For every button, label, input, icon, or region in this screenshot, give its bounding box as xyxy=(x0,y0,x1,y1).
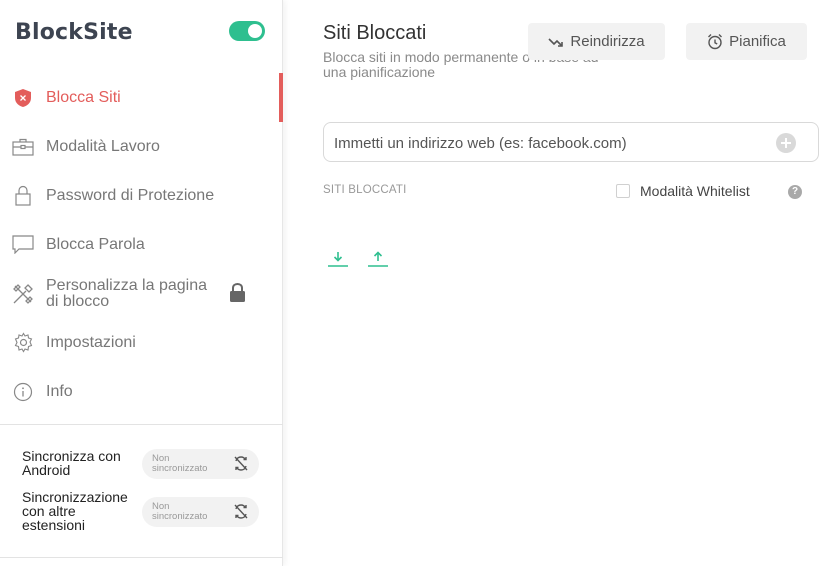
page-title: Siti Bloccati xyxy=(323,22,427,44)
briefcase-icon xyxy=(12,136,34,158)
schedule-label: Pianifica xyxy=(729,33,786,50)
sidebar-item-blocca-siti[interactable]: Blocca Siti xyxy=(0,73,283,122)
sidebar-item-label: Blocca Siti xyxy=(46,88,121,106)
enable-toggle[interactable] xyxy=(229,21,265,41)
sidebar: BlockSite Blocca Siti Modalità Lavoro Pa… xyxy=(0,0,283,566)
import-icon[interactable] xyxy=(327,249,349,269)
blocked-sites-heading: SITI BLOCCATI xyxy=(323,184,407,196)
sidebar-item-password[interactable]: Password di Protezione xyxy=(0,171,283,220)
whitelist-label: Modalità Whitelist xyxy=(640,183,750,199)
sidebar-item-label: Personalizza la pagina di blocco xyxy=(46,276,207,310)
add-site-button[interactable] xyxy=(776,133,796,153)
sync-android-button[interactable]: Non sincronizzato xyxy=(142,449,259,479)
sidebar-item-info[interactable]: Info xyxy=(0,367,283,416)
shield-x-icon xyxy=(12,87,34,109)
whitelist-checkbox[interactable] xyxy=(616,184,630,198)
sidebar-item-personalizza[interactable]: Personalizza la pagina di blocco xyxy=(0,269,283,318)
schedule-button[interactable]: Pianifica xyxy=(686,23,807,60)
sync-status: Non sincronizzato xyxy=(152,453,208,474)
sidebar-item-label: Blocca Parola xyxy=(46,235,145,253)
help-icon[interactable]: ? xyxy=(788,185,802,199)
padlock-icon xyxy=(12,185,34,207)
sidebar-item-blocca-parola[interactable]: Blocca Parola xyxy=(0,220,283,269)
toggle-knob xyxy=(248,24,262,38)
tools-icon xyxy=(12,283,34,305)
url-input-box xyxy=(323,122,819,162)
export-icon[interactable] xyxy=(367,249,389,269)
blocksite-logo: BlockSite xyxy=(15,20,133,45)
redirect-arrow-icon xyxy=(548,36,564,48)
sync-extensions-button[interactable]: Non sincronizzato xyxy=(142,497,259,527)
whitelist-option[interactable]: Modalità Whitelist xyxy=(616,183,750,199)
speech-bubble-icon xyxy=(12,234,34,256)
info-icon xyxy=(12,381,34,403)
sidebar-item-impostazioni[interactable]: Impostazioni xyxy=(0,318,283,367)
sidebar-divider xyxy=(0,424,283,425)
lock-icon xyxy=(229,282,246,308)
redirect-label: Reindirizza xyxy=(570,33,645,50)
redirect-button[interactable]: Reindirizza xyxy=(528,23,665,60)
gear-icon xyxy=(12,332,34,354)
sidebar-item-label: Password di Protezione xyxy=(46,186,215,204)
sync-off-icon xyxy=(233,503,249,525)
sidebar-item-label: Impostazioni xyxy=(46,333,136,351)
sync-android-row: Sincronizza con Android Non sincronizzat… xyxy=(22,448,262,479)
url-input[interactable] xyxy=(334,132,764,154)
alarm-clock-icon xyxy=(707,33,723,50)
sidebar-item-label: Info xyxy=(46,382,73,400)
sync-status: Non sincronizzato xyxy=(152,501,208,522)
sync-android-label: Sincronizza con Android xyxy=(22,448,121,478)
sidebar-item-label: Modalità Lavoro xyxy=(46,137,160,155)
sync-extensions-label: Sincronizzazione con altre estensioni xyxy=(22,489,128,533)
sidebar-divider xyxy=(0,557,283,558)
sync-off-icon xyxy=(233,455,249,477)
sync-extensions-row: Sincronizzazione con altre estensioni No… xyxy=(22,490,262,532)
sidebar-nav: Blocca Siti Modalità Lavoro Password di … xyxy=(0,73,283,416)
sidebar-item-modalita-lavoro[interactable]: Modalità Lavoro xyxy=(0,122,283,171)
